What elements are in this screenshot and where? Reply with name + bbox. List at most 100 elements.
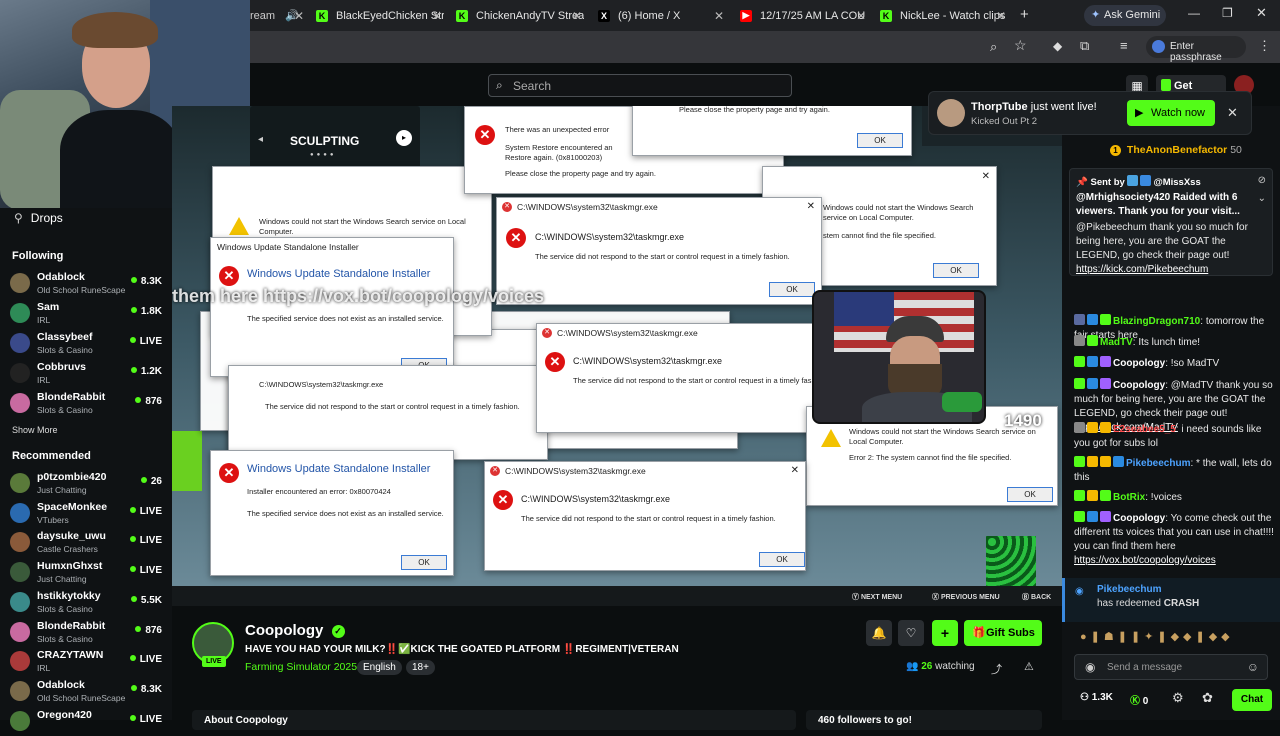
window-close-button[interactable]: ✕ (1256, 5, 1267, 21)
sidebar-channel-item[interactable]: Cobbruvs IRL 1.2K (10, 359, 166, 388)
points-display[interactable]: ⚇ 1.3K (1080, 692, 1113, 703)
sidebar-channel-item[interactable]: HumxnGhxst Just Chatting LIVE (10, 558, 166, 587)
chat-username[interactable]: Coopology (1113, 513, 1165, 524)
close-icon[interactable]: ✕ (1227, 105, 1238, 121)
ok-button[interactable]: OK (1007, 487, 1053, 502)
error-icon: ✕ (542, 328, 552, 338)
close-icon[interactable]: ✕ (791, 465, 799, 476)
minimize-button[interactable]: — (1188, 6, 1200, 20)
gift-icon[interactable]: ✿ (1202, 690, 1213, 706)
chat-username[interactable]: Pikebeechum (1126, 458, 1190, 469)
report-icon[interactable]: ⚠ (1024, 660, 1034, 673)
subscribe-plus-button[interactable]: + (932, 620, 958, 646)
close-icon[interactable]: ✕ (996, 9, 1006, 23)
settings-icon[interactable]: ⚙ (1172, 690, 1184, 706)
follow-heart-button[interactable]: ♡ (898, 620, 924, 646)
tag-language[interactable]: English (357, 660, 402, 675)
drops-link[interactable]: ⚲ Drops (14, 211, 63, 225)
show-more-link[interactable]: Show More (12, 425, 58, 435)
sidebar-channel-item[interactable]: daysuke_uwu Castle Crashers LIVE (10, 528, 166, 557)
browser-tab[interactable]: K BlackEyedChicken Stre ✕ (316, 4, 444, 27)
sidebar-channel-item[interactable]: Oregon420 LIVE (10, 707, 166, 736)
channel-avatar (10, 333, 30, 353)
chat-username[interactable]: Coopology (1113, 380, 1165, 391)
menu-icon[interactable]: ⋮ (1258, 38, 1271, 54)
close-icon[interactable]: ✕ (572, 9, 582, 23)
media-icon[interactable]: ≡ (1120, 38, 1128, 53)
chat-username[interactable]: MadTV (1100, 337, 1133, 348)
video-player[interactable]: SCULPTING ◂ ▸ ●●●● Windows could not sta… (172, 106, 1062, 586)
sidebar-channel-item[interactable]: Odablock Old School RuneScape 8.3K (10, 269, 166, 298)
browser-tab[interactable]: K ChickenAndyTV Strea ✕ (456, 4, 584, 27)
ok-button[interactable]: OK (857, 133, 903, 148)
zoom-icon[interactable]: ⌕ (990, 39, 997, 55)
watch-now-button[interactable]: ▶ Watch now (1127, 100, 1215, 126)
ok-button[interactable]: OK (759, 552, 805, 567)
close-icon[interactable]: ✕ (982, 171, 990, 182)
gift-subs-button[interactable]: 🎁 Gift Subs (964, 620, 1042, 646)
passphrase-button[interactable]: Enter passphrase (1146, 36, 1246, 63)
ok-button[interactable]: OK (769, 282, 815, 297)
viewer-count: 876 (145, 396, 162, 407)
channel-viewers: 876 (135, 625, 162, 636)
channel-avatar (10, 562, 30, 583)
unpin-icon[interactable]: ⊘ (1258, 175, 1266, 186)
chat-send-button[interactable]: Chat (1232, 689, 1272, 711)
search-input[interactable]: ⌕ Search (488, 74, 792, 97)
close-icon[interactable]: ✕ (432, 9, 442, 23)
chat-panel: 1 TheAnonBenefactor 50 📌 Sent by @MissXs… (1062, 106, 1280, 720)
tag-mature[interactable]: 18+ (406, 660, 435, 675)
channel-avatar (10, 532, 30, 553)
close-icon[interactable]: ✕ (856, 9, 866, 23)
sidebar-channel-item[interactable]: Sam IRL 1.8K (10, 299, 166, 328)
watching-label: watching (935, 661, 975, 672)
browser-tab[interactable]: ▶ 12/17/25 AM LA COU ✕ (740, 4, 868, 27)
sidebar-channel-item[interactable]: p0tzombie420 Just Chatting 26 (10, 469, 166, 498)
browser-tab[interactable]: X (6) Home / X ✕ (598, 4, 726, 27)
maximize-button[interactable]: ❐ (1222, 6, 1233, 20)
emote-bar[interactable]: ●❚☗❚❚✦❚◆◆❚◆◆ (1080, 630, 1276, 646)
message-link[interactable]: https://kick.com/Pikebeechum (1076, 264, 1208, 275)
channel-name-text: Coopology (245, 622, 324, 639)
share-icon[interactable]: ⤴ (991, 661, 1002, 677)
chat-badge-icon (1087, 314, 1098, 325)
browser-tab-partial[interactable]: ream 🔊 ✕ (250, 4, 306, 27)
chevron-down-icon[interactable]: ⌄ (1258, 193, 1266, 204)
sidebar-channel-item[interactable]: SpaceMonkee VTubers LIVE (10, 499, 166, 528)
chat-username[interactable]: BotRix (1113, 492, 1145, 503)
error-icon: ✕ (475, 125, 495, 145)
ok-button[interactable]: OK (401, 555, 447, 570)
notification-bell-button[interactable]: 🔔 (866, 620, 892, 646)
channel-name[interactable]: Coopology ✓ (245, 622, 345, 639)
message-link[interactable]: https://vox.bot/coopology/voices (1074, 555, 1216, 566)
stream-category[interactable]: Farming Simulator 2025 (245, 661, 357, 673)
kicks-display[interactable]: Ⓚ 0 (1130, 692, 1148, 707)
sidebar-channel-item[interactable]: CRAZYTAWN IRL LIVE (10, 647, 166, 676)
sidebar-channel-item[interactable]: Classybeef Slots & Casino LIVE (10, 329, 166, 358)
close-icon[interactable]: ✕ (714, 9, 724, 23)
chat-input[interactable]: ◉ Send a message ☺ (1074, 654, 1268, 680)
puzzle-icon[interactable]: ⧉ (1080, 38, 1089, 54)
chat-username[interactable]: E2seabee5_5 (1113, 424, 1176, 435)
chat-badge-icon (1113, 456, 1124, 467)
chat-message: Coopology: Yo come check out the differe… (1074, 511, 1274, 566)
live-dot-icon (129, 536, 136, 543)
channel-name: Odablock (37, 678, 85, 691)
sidebar-channel-item[interactable]: hstikkytokky Slots & Casino 5.5K (10, 588, 166, 617)
new-tab-button[interactable]: + (1020, 6, 1029, 23)
follower-goal-text: 460 followers to go! (818, 715, 912, 726)
chat-username[interactable]: BlazingDragon710 (1113, 316, 1200, 327)
ask-gemini-button[interactable]: ✦ Ask Gemini (1084, 5, 1166, 26)
sidebar-channel-item[interactable]: BlondeRabbit Slots & Casino 876 (10, 618, 166, 647)
close-icon[interactable]: ✕ (807, 201, 815, 212)
sidebar-channel-item[interactable]: Odablock Old School RuneScape 8.3K (10, 677, 166, 706)
money-stack-graphic (986, 536, 1036, 586)
sidebar-channel-item[interactable]: BlondeRabbit Slots & Casino 876 (10, 389, 166, 418)
browser-tab[interactable]: K NickLee - Watch clips ✕ (880, 4, 1008, 27)
viewer-count: 1.2K (140, 366, 162, 377)
chat-username[interactable]: Coopology (1113, 358, 1165, 369)
extension-icon[interactable]: ◆ (1053, 39, 1062, 53)
ok-button[interactable]: OK (933, 263, 979, 278)
emoji-icon[interactable]: ☺ (1247, 660, 1259, 674)
star-icon[interactable]: ☆ (1014, 37, 1027, 54)
